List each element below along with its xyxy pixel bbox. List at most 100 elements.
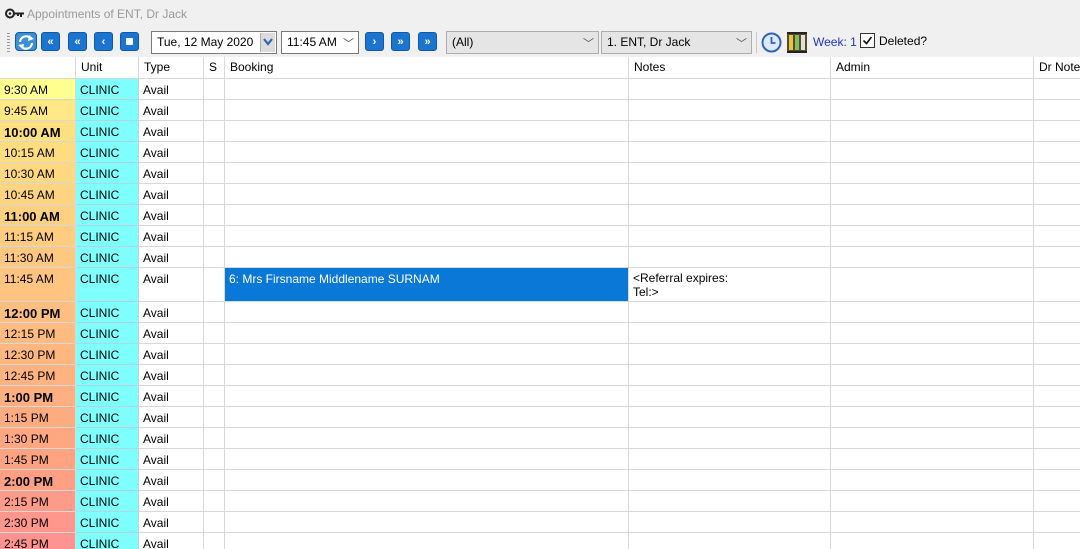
type-cell[interactable]: Avail: [139, 428, 204, 449]
notes-cell[interactable]: [629, 302, 831, 323]
table-row[interactable]: 1:45 PM CLINIC Avail: [0, 449, 1080, 470]
unit-cell[interactable]: CLINIC: [76, 302, 139, 323]
type-cell[interactable]: Avail: [139, 205, 204, 226]
time-cell[interactable]: 1:30 PM: [0, 428, 76, 449]
table-row[interactable]: 2:30 PM CLINIC Avail: [0, 512, 1080, 533]
table-row[interactable]: 12:00 PM CLINIC Avail: [0, 302, 1080, 323]
notes-cell[interactable]: [629, 142, 831, 163]
time-cell[interactable]: 11:30 AM: [0, 247, 76, 268]
admin-cell[interactable]: [831, 365, 1034, 386]
admin-cell[interactable]: [831, 533, 1034, 549]
table-row[interactable]: 10:30 AM CLINIC Avail: [0, 163, 1080, 184]
time-cell[interactable]: 10:15 AM: [0, 142, 76, 163]
table-row[interactable]: 9:45 AM CLINIC Avail: [0, 100, 1080, 121]
s-cell[interactable]: [204, 142, 225, 163]
admin-cell[interactable]: [831, 428, 1034, 449]
s-cell[interactable]: [204, 100, 225, 121]
unit-cell[interactable]: CLINIC: [76, 449, 139, 470]
admin-cell[interactable]: [831, 121, 1034, 142]
unit-cell[interactable]: CLINIC: [76, 247, 139, 268]
dr-notes-cell[interactable]: [1034, 268, 1080, 302]
s-cell[interactable]: [204, 449, 225, 470]
table-row[interactable]: 10:45 AM CLINIC Avail: [0, 184, 1080, 205]
table-row[interactable]: 12:45 PM CLINIC Avail: [0, 365, 1080, 386]
booking-cell[interactable]: [225, 247, 629, 268]
notes-cell[interactable]: [629, 163, 831, 184]
filter-select[interactable]: (All) ﹀: [446, 31, 599, 54]
notes-cell[interactable]: [629, 533, 831, 549]
booking-cell[interactable]: [225, 470, 629, 491]
admin-cell[interactable]: [831, 470, 1034, 491]
table-row[interactable]: 2:00 PM CLINIC Avail: [0, 470, 1080, 491]
date-picker[interactable]: Tue, 12 May 2020: [151, 31, 277, 54]
type-cell[interactable]: Avail: [139, 247, 204, 268]
type-cell[interactable]: Avail: [139, 491, 204, 512]
dr-notes-cell[interactable]: [1034, 407, 1080, 428]
booking-cell[interactable]: [225, 142, 629, 163]
type-cell[interactable]: Avail: [139, 142, 204, 163]
table-row[interactable]: 12:15 PM CLINIC Avail: [0, 323, 1080, 344]
s-cell[interactable]: [204, 428, 225, 449]
admin-cell[interactable]: [831, 512, 1034, 533]
s-cell[interactable]: [204, 205, 225, 226]
time-cell[interactable]: 10:45 AM: [0, 184, 76, 205]
column-header-type[interactable]: Type: [139, 57, 204, 78]
type-cell[interactable]: Avail: [139, 323, 204, 344]
time-cell[interactable]: 12:15 PM: [0, 323, 76, 344]
admin-cell[interactable]: [831, 491, 1034, 512]
notes-cell[interactable]: <Referral expires: Tel:>: [629, 268, 831, 302]
table-row[interactable]: 10:15 AM CLINIC Avail: [0, 142, 1080, 163]
dr-notes-cell[interactable]: [1034, 163, 1080, 184]
next-week-button[interactable]: »: [391, 32, 410, 51]
notes-cell[interactable]: [629, 184, 831, 205]
booking-cell[interactable]: [225, 428, 629, 449]
s-cell[interactable]: [204, 512, 225, 533]
admin-cell[interactable]: [831, 344, 1034, 365]
toolbar-grip[interactable]: [7, 33, 10, 52]
dr-notes-cell[interactable]: [1034, 247, 1080, 268]
type-cell[interactable]: Avail: [139, 268, 204, 302]
notes-cell[interactable]: [629, 247, 831, 268]
notes-cell[interactable]: [629, 386, 831, 407]
column-header-unit[interactable]: Unit: [76, 57, 139, 78]
last-button[interactable]: »: [418, 32, 437, 51]
unit-cell[interactable]: CLINIC: [76, 142, 139, 163]
type-cell[interactable]: Avail: [139, 449, 204, 470]
admin-cell[interactable]: [831, 226, 1034, 247]
table-row[interactable]: 2:45 PM CLINIC Avail: [0, 533, 1080, 549]
column-header-admin[interactable]: Admin: [831, 57, 1034, 78]
notes-cell[interactable]: [629, 323, 831, 344]
previous-button[interactable]: ‹: [94, 32, 113, 51]
dr-notes-cell[interactable]: [1034, 226, 1080, 247]
time-cell[interactable]: 10:00 AM: [0, 121, 76, 142]
unit-cell[interactable]: CLINIC: [76, 470, 139, 491]
dr-notes-cell[interactable]: [1034, 470, 1080, 491]
s-cell[interactable]: [204, 323, 225, 344]
time-cell[interactable]: 1:15 PM: [0, 407, 76, 428]
dr-notes-cell[interactable]: [1034, 184, 1080, 205]
booking-cell[interactable]: [225, 449, 629, 470]
type-cell[interactable]: Avail: [139, 512, 204, 533]
unit-cell[interactable]: CLINIC: [76, 121, 139, 142]
previous-week-button[interactable]: «: [68, 32, 87, 51]
booking-cell[interactable]: 6: Mrs Firsname Middlename SURNAM: [225, 268, 629, 302]
admin-cell[interactable]: [831, 205, 1034, 226]
table-row[interactable]: 11:15 AM CLINIC Avail: [0, 226, 1080, 247]
booking-cell[interactable]: [225, 205, 629, 226]
unit-cell[interactable]: CLINIC: [76, 184, 139, 205]
deleted-checkbox[interactable]: [860, 33, 875, 48]
s-cell[interactable]: [204, 79, 225, 100]
unit-cell[interactable]: CLINIC: [76, 100, 139, 121]
dr-notes-cell[interactable]: [1034, 302, 1080, 323]
table-row[interactable]: 1:15 PM CLINIC Avail: [0, 407, 1080, 428]
type-cell[interactable]: Avail: [139, 226, 204, 247]
s-cell[interactable]: [204, 533, 225, 549]
date-dropdown-button[interactable]: [260, 33, 275, 52]
appointment-grid[interactable]: Unit Type S Booking Notes Admin Dr Note …: [0, 57, 1080, 549]
admin-cell[interactable]: [831, 163, 1034, 184]
column-header-booking[interactable]: Booking: [225, 57, 629, 78]
table-row[interactable]: 12:30 PM CLINIC Avail: [0, 344, 1080, 365]
table-row[interactable]: 10:00 AM CLINIC Avail: [0, 121, 1080, 142]
type-cell[interactable]: Avail: [139, 407, 204, 428]
time-cell[interactable]: 2:45 PM: [0, 533, 76, 549]
